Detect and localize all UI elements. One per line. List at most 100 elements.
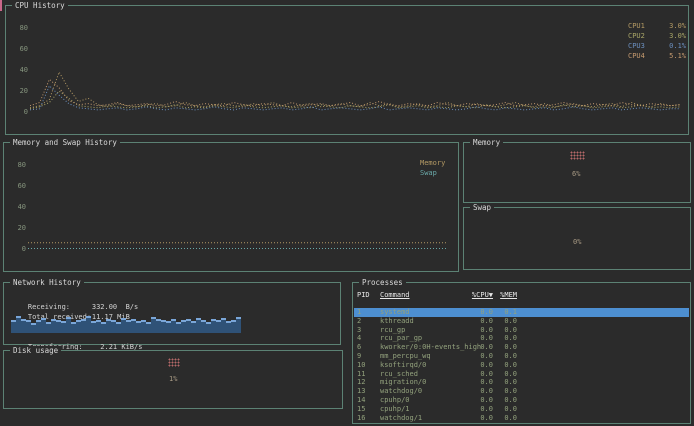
legend-label: CPU2 xyxy=(628,32,645,40)
legend-value: 3.0% xyxy=(669,32,686,40)
cell-pid: 2 xyxy=(357,317,377,326)
cell-pid: 6 xyxy=(357,343,377,352)
process-row[interactable]: 11rcu_sched0.00.0 xyxy=(354,370,689,379)
y-tick-label: 20 xyxy=(12,224,26,232)
column-header-pid[interactable]: PID xyxy=(357,291,377,300)
process-row[interactable]: 14cpuhp/00.00.0 xyxy=(354,396,689,405)
cell-cmd: watchdog/1 xyxy=(380,414,422,423)
cell-pid: 15 xyxy=(357,405,377,414)
y-tick-label: 80 xyxy=(14,24,28,32)
legend-label: CPU4 xyxy=(628,52,645,60)
process-row[interactable]: 6kworker/0:0H-events_high0.00.0 xyxy=(354,343,689,352)
cell-cmd: migration/0 xyxy=(380,378,426,387)
cell-cpu: 0.0 xyxy=(465,387,493,396)
cpu-history-panel: CPU History 806040200 CPU13.0%CPU23.0%CP… xyxy=(5,5,689,135)
processes-panel: Processes PIDCommand%CPU▼%MEM 1systemd0.… xyxy=(352,282,691,424)
process-row[interactable]: 16watchdog/1 0.00.0 xyxy=(354,414,689,423)
network-history-panel: Network History Receiving:332.00 B/s Tot… xyxy=(3,282,341,345)
y-tick-label: 60 xyxy=(14,45,28,53)
cpu-history-chart xyxy=(30,6,680,116)
process-table-header: PIDCommand %CPU▼%MEM xyxy=(354,291,689,300)
processes-title: Processes xyxy=(359,278,406,287)
series-cpu3 xyxy=(30,86,680,110)
cell-mem: 0.0 xyxy=(495,414,517,423)
y-tick-label: 40 xyxy=(14,66,28,74)
cell-mem: 0.0 xyxy=(495,361,517,370)
y-tick-label: 60 xyxy=(12,182,26,190)
cell-pid: 16 xyxy=(357,414,377,423)
cell-mem: 0.0 xyxy=(495,370,517,379)
cell-pid: 3 xyxy=(357,326,377,335)
disk-usage-title: Disk usage xyxy=(10,346,61,355)
cell-mem: 0.0 xyxy=(495,387,517,396)
y-tick-label: 20 xyxy=(14,87,28,95)
memory-gauge-panel: Memory 6% xyxy=(463,142,691,203)
legend-item-cpu2: CPU2 3.0% xyxy=(628,32,686,40)
memory-swap-history-panel: Memory and Swap History 806040200 Memory… xyxy=(3,142,459,272)
column-header-cpu[interactable]: %CPU▼ xyxy=(465,291,493,300)
process-row[interactable]: 15cpuhp/1 0.00.0 xyxy=(354,405,689,414)
cell-cmd: systemd xyxy=(380,308,410,317)
process-row[interactable]: 1systemd 0.00.1 xyxy=(354,308,689,317)
legend-item-cpu3: CPU30.1% xyxy=(628,42,686,50)
cell-mem: 0.1 xyxy=(495,308,517,317)
cell-cpu: 0.0 xyxy=(465,396,493,405)
terminal-cursor-artifact xyxy=(0,0,2,11)
legend-label: Swap xyxy=(420,169,437,177)
cell-mem: 0.0 xyxy=(495,352,517,361)
process-row[interactable]: 3rcu_gp0.00.0 xyxy=(354,326,689,335)
memory-usage-percent: 6% xyxy=(572,170,580,178)
memory-swap-chart xyxy=(28,143,448,253)
network-receive-bar-chart xyxy=(11,315,241,333)
disk-usage-dot-gauge xyxy=(168,358,180,367)
cell-cpu: 0.0 xyxy=(465,317,493,326)
cell-mem: 0.0 xyxy=(495,405,517,414)
network-history-title: Network History xyxy=(10,278,84,287)
legend-label: CPU3 xyxy=(628,42,645,50)
series-cpu2 xyxy=(30,91,680,109)
column-header-mem[interactable]: %MEM xyxy=(495,291,517,300)
swap-usage-percent: 0% xyxy=(573,238,581,246)
disk-usage-panel: Disk usage 1% xyxy=(3,350,343,409)
cell-mem: 0.0 xyxy=(495,317,517,326)
column-header-command[interactable]: Command xyxy=(380,291,410,300)
cell-mem: 0.0 xyxy=(495,396,517,405)
cell-cmd: rcu_par_gp xyxy=(380,334,422,343)
cell-cpu: 0.0 xyxy=(465,334,493,343)
process-row[interactable]: 9mm_percpu_wq0.00.0 xyxy=(354,352,689,361)
memory-gauge-title: Memory xyxy=(470,138,503,147)
cell-cpu: 0.0 xyxy=(465,361,493,370)
cell-cpu: 0.0 xyxy=(465,370,493,379)
memory-usage-dot-gauge xyxy=(570,151,585,160)
legend-item-cpu4: CPU45.1% xyxy=(628,52,686,60)
cell-cpu: 0.0 xyxy=(465,378,493,387)
process-row[interactable]: 12migration/0 0.00.0 xyxy=(354,378,689,387)
cell-pid: 9 xyxy=(357,352,377,361)
cell-cmd: rcu_gp xyxy=(380,326,405,335)
process-row[interactable]: 2kthreadd0.00.0 xyxy=(354,317,689,326)
process-row[interactable]: 4rcu_par_gp0.00.0 xyxy=(354,334,689,343)
cell-pid: 4 xyxy=(357,334,377,343)
cell-cmd: mm_percpu_wq xyxy=(380,352,431,361)
cell-cmd: cpuhp/0 xyxy=(380,396,410,405)
cell-pid: 12 xyxy=(357,378,377,387)
cell-pid: 1 xyxy=(357,308,377,317)
cell-cpu: 0.0 xyxy=(465,405,493,414)
y-tick-label: 0 xyxy=(12,245,26,253)
process-row[interactable]: 10ksoftirqd/00.00.0 xyxy=(354,361,689,370)
legend-label: Memory xyxy=(420,159,445,167)
y-tick-label: 80 xyxy=(12,161,26,169)
system-monitor-tui: { "page": { "bg": "#2b2b2b", "border_col… xyxy=(0,0,694,426)
legend-item-cpu1: CPU13.0% xyxy=(628,22,686,30)
cell-cmd: cpuhp/1 xyxy=(380,405,410,414)
cell-cpu: 0.0 xyxy=(465,326,493,335)
memory-swap-history-title: Memory and Swap History xyxy=(10,138,120,147)
cell-mem: 0.0 xyxy=(495,343,517,352)
cell-cmd: rcu_sched xyxy=(380,370,418,379)
cell-pid: 10 xyxy=(357,361,377,370)
process-row[interactable]: 13watchdog/00.00.0 xyxy=(354,387,689,396)
cell-cpu: 0.0 xyxy=(465,308,493,317)
cell-cpu: 0.0 xyxy=(465,414,493,423)
cell-mem: 0.0 xyxy=(495,378,517,387)
cell-pid: 13 xyxy=(357,387,377,396)
